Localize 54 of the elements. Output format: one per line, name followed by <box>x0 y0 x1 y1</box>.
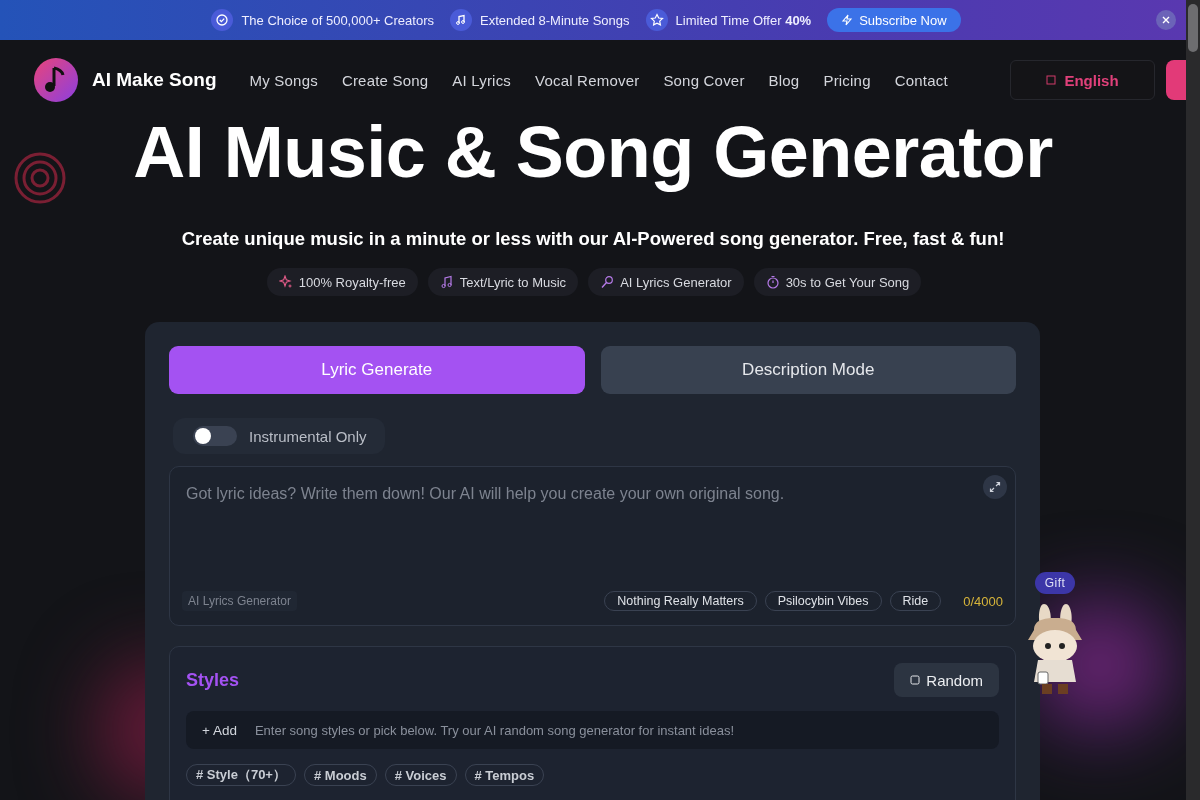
language-button[interactable]: English <box>1010 60 1155 100</box>
toggle-label: Instrumental Only <box>249 427 367 445</box>
nav-link[interactable]: Contact <box>894 71 948 89</box>
gift-badge[interactable]: Gift <box>1034 572 1076 594</box>
mode-tab[interactable]: Description Mode <box>600 346 1016 394</box>
nav-link[interactable]: Pricing <box>823 71 871 89</box>
nav-action-button[interactable] <box>1166 60 1186 100</box>
lyric-suggestion-chip[interactable]: Ride <box>889 591 942 611</box>
add-button[interactable]: + Add <box>186 722 253 738</box>
feature-badge: 100% Royalty-free <box>266 268 418 296</box>
nav-link[interactable]: My Songs <box>249 71 318 89</box>
brand-name[interactable]: AI Make Song <box>92 69 217 91</box>
section-title: Styles <box>186 669 240 691</box>
random-button[interactable]: Random <box>894 663 999 697</box>
style-category-chip[interactable]: # Voices <box>384 764 457 786</box>
rings-drawing <box>14 152 66 204</box>
nav-link[interactable]: Vocal Remover <box>535 71 640 89</box>
lightning-icon <box>841 14 854 26</box>
stopwatch-icon <box>765 275 780 289</box>
lyric-suggestion-chip[interactable]: Psilocybin Vibes <box>764 591 882 611</box>
subscribe-button[interactable]: Subscribe Now <box>827 8 961 32</box>
lyrics-input-field[interactable]: Got lyric ideas? Write them down! Our AI will help you create your own original song. <box>170 467 1015 577</box>
styles-input-field[interactable]: + Add Enter song styles or pick below. Try our AI random song generator for instant ideas! <box>186 711 999 749</box>
nav-link[interactable]: Song Cover <box>663 71 745 89</box>
banner-text: The Choice of 500,000+ Creators <box>241 12 434 28</box>
banner-text: Extended 8-Minute Songs <box>479 12 630 28</box>
sparkle-icon <box>278 275 293 289</box>
hero-subtitle: Create unique music in a minute or less with our AI-Powered song generator. Free, fast & fun! <box>180 228 1006 250</box>
toggle-switch[interactable] <box>193 426 237 446</box>
nav-link[interactable]: Create Song <box>341 71 429 89</box>
feature-badge: 30s to Get Your Song <box>753 268 922 296</box>
close-icon[interactable] <box>1156 10 1176 30</box>
music-note-icon <box>449 9 472 31</box>
style-category-chip[interactable]: # Style（70+） <box>186 764 296 786</box>
lyric-suggestion-chip[interactable]: Nothing Really Matters <box>604 591 757 611</box>
lyrics-generator-link[interactable]: AI Lyrics Generator <box>182 591 297 611</box>
feature-badge: AI Lyrics Generator <box>588 268 744 296</box>
banner-text: Limited Time Offer 40% <box>675 12 812 28</box>
expand-icon[interactable] <box>983 475 1007 499</box>
feature-badge: Text/Lyric to Music <box>427 268 579 296</box>
logo-icon[interactable] <box>34 58 78 102</box>
square-icon <box>1046 75 1057 85</box>
style-category-chip[interactable]: # Tempos <box>464 764 545 786</box>
character-counter: 0/4000 <box>963 593 1003 609</box>
scrollbar[interactable] <box>1186 0 1200 800</box>
square-icon <box>910 675 921 685</box>
check-circle-icon <box>211 9 234 31</box>
nav-link[interactable]: Blog <box>768 71 800 89</box>
style-category-chip[interactable]: # Moods <box>303 764 377 786</box>
mode-tab[interactable]: Lyric Generate <box>169 346 585 394</box>
hero-title: AI Music & Song Generator <box>133 112 1054 192</box>
music-note-icon <box>439 275 454 289</box>
lyrics-box[interactable]: Got lyric ideas? Write them down! Our AI will help you create your own original song. AI Lyrics Generator Nothing Really Matters Psilocybin Vibes Ride 0/4000 <box>169 466 1016 626</box>
nav-link[interactable]: AI Lyrics <box>452 71 512 89</box>
